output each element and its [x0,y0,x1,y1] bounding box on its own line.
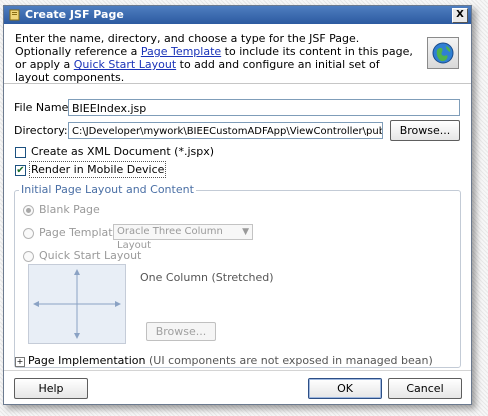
jsf-page-icon [9,9,20,21]
layout-preview [28,264,126,344]
chevron-down-icon: ▼ [242,227,249,237]
quick-start-label: Quick Start Layout [39,249,142,262]
close-icon: X [456,9,464,20]
move-arrows-icon [33,269,121,339]
page-template-link[interactable]: Page Template [141,45,221,58]
help-button[interactable]: Help [14,378,88,399]
ok-button[interactable]: OK [308,378,382,399]
page-implementation-row[interactable]: Page Implementation (UI components are n… [28,354,433,367]
create-xml-label: Create as XML Document (*.jspx) [31,145,215,158]
close-button[interactable]: X [452,8,468,23]
group-title: Initial Page Layout and Content [19,183,196,196]
directory-label: Directory: [14,124,68,137]
cancel-button[interactable]: Cancel [388,378,462,399]
check-icon: ✔ [16,165,25,176]
render-mobile-checkbox[interactable]: ✔ [15,165,26,176]
layout-name: One Column (Stretched) [140,271,274,284]
file-name-input[interactable]: BIEEIndex.jsp [68,99,460,116]
page-template-radio[interactable] [23,228,34,239]
directory-input[interactable]: C:\JDeveloper\mywork\BIEECustomADFApp\Vi… [68,122,383,139]
blank-page-radio[interactable] [23,205,34,216]
blank-page-label: Blank Page [39,203,100,216]
expand-icon[interactable]: + [15,357,25,367]
page-implementation-note: (UI components are not exposed in manage… [145,354,433,367]
quick-start-radio[interactable] [23,251,34,262]
dialog-title: Create JSF Page [25,8,124,21]
render-mobile-label: Render in Mobile Device [28,161,167,178]
quick-start-layout-link[interactable]: Quick Start Layout [74,58,176,71]
create-jsf-page-dialog: Create JSF Page X Enter the name, direct… [3,5,472,405]
create-xml-checkbox[interactable] [15,147,26,158]
globe-icon [432,42,454,64]
footer-divider [4,370,471,371]
header-description: Enter the name, directory, and choose a … [15,32,415,84]
dialog-body: File Name: BIEEIndex.jsp Directory: C:\J… [4,84,471,404]
layout-browse-button[interactable]: Browse... [146,322,216,341]
page-template-label: Page Template [39,226,120,239]
file-name-label: File Name: [14,101,73,114]
directory-browse-button[interactable]: Browse... [390,120,460,141]
globe-icon-frame [427,37,459,69]
page-template-select[interactable]: Oracle Three Column Layout ▼ [113,224,253,251]
page-implementation-label: Page Implementation [28,354,146,367]
dialog-header: Enter the name, directory, and choose a … [4,25,471,84]
title-bar[interactable]: Create JSF Page X [4,6,471,24]
page-template-option: Oracle Three Column Layout [117,226,223,251]
